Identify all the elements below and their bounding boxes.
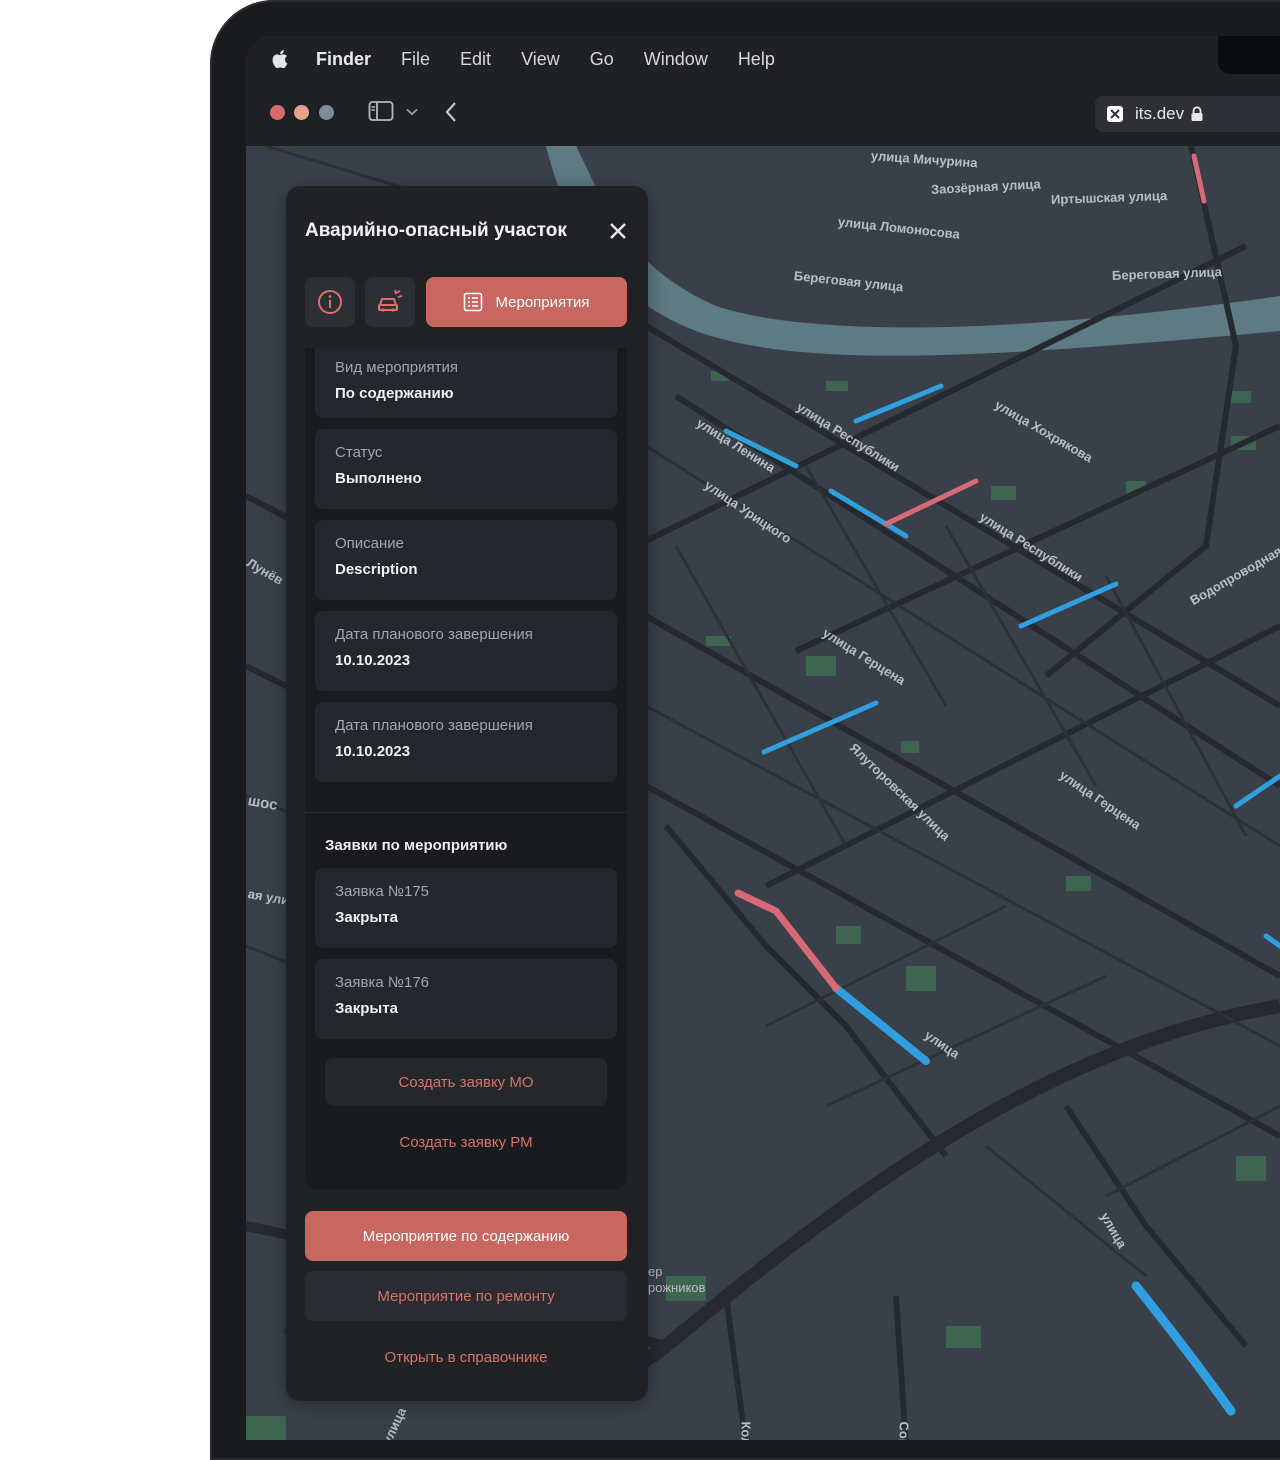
menu-app-name[interactable]: Finder <box>316 49 371 70</box>
menu-view[interactable]: View <box>521 49 560 70</box>
request-label: Заявка №175 <box>335 883 430 900</box>
menu-file[interactable]: File <box>401 49 430 70</box>
field-label: Дата планового завершения <box>335 626 533 643</box>
info-panel: Аварийно-опасный участок Мероприятия Вид… <box>286 186 648 1401</box>
request-card[interactable]: Заявка №176 Закрыта <box>315 959 617 1039</box>
menu-window[interactable]: Window <box>644 49 708 70</box>
tab-activities[interactable]: Мероприятия <box>426 277 627 327</box>
zoom-window-button[interactable] <box>319 105 334 120</box>
create-mo-request-button[interactable]: Создать заявку МО <box>325 1058 607 1106</box>
field-planned-date: Дата планового завершения 10.10.2023 <box>315 611 617 691</box>
create-rm-request-button[interactable]: Создать заявку РМ <box>325 1118 607 1166</box>
menu-go[interactable]: Go <box>590 49 614 70</box>
field-label: Вид мероприятия <box>335 359 458 376</box>
street-label: Колх <box>738 1421 754 1441</box>
maintenance-activity-button[interactable]: Мероприятие по содержанию <box>305 1211 627 1261</box>
request-label: Заявка №176 <box>335 974 430 991</box>
field-label: Описание <box>335 535 405 552</box>
open-in-reference-button[interactable]: Открыть в справочнике <box>305 1332 627 1382</box>
menu-edit[interactable]: Edit <box>460 49 491 70</box>
url-text: its.dev <box>1135 104 1185 123</box>
car-crash-icon <box>378 289 403 312</box>
list-icon <box>464 292 483 312</box>
menu-help[interactable]: Help <box>738 49 775 70</box>
minimize-window-button[interactable] <box>294 105 309 120</box>
tab-accidents[interactable] <box>365 277 415 327</box>
close-window-button[interactable] <box>270 105 285 120</box>
activity-details[interactable]: Вид мероприятия По содержанию Статус Вып… <box>305 348 627 1190</box>
field-value: Выполнено <box>335 470 422 487</box>
back-icon[interactable] <box>444 101 458 123</box>
field-status: Статус Выполнено <box>315 429 617 509</box>
browser-toolbar: its.dev <box>246 82 1280 147</box>
sidebar-toggle-icon[interactable] <box>368 100 394 122</box>
field-value: По содержанию <box>335 385 454 402</box>
field-value: 10.10.2023 <box>335 652 411 669</box>
screen: Finder File Edit View Go Window Help its… <box>246 36 1280 1440</box>
requests-title: Заявки по мероприятию <box>325 837 508 854</box>
field-value: 10.10.2023 <box>335 743 411 760</box>
divider <box>305 812 627 813</box>
site-favicon-icon <box>1107 106 1123 122</box>
info-icon <box>318 290 342 314</box>
tab-info[interactable] <box>305 277 355 327</box>
field-label: Статус <box>335 444 383 461</box>
field-label: Дата планового завершения <box>335 717 533 734</box>
request-card[interactable]: Заявка №175 Закрыта <box>315 868 617 948</box>
camera-notch <box>1218 36 1280 74</box>
poi-label: рожников <box>648 1280 706 1295</box>
repair-activity-button[interactable]: Мероприятие по ремонту <box>305 1271 627 1321</box>
menu-bar: Finder File Edit View Go Window Help <box>246 36 1280 82</box>
river <box>546 146 1280 356</box>
lock-icon <box>1191 106 1203 121</box>
address-bar[interactable]: its.dev <box>1095 96 1280 132</box>
panel-title: Аварийно-опасный участок <box>305 220 567 241</box>
chevron-down-icon[interactable] <box>406 108 418 116</box>
close-icon[interactable] <box>604 217 632 245</box>
apple-icon[interactable] <box>270 48 292 70</box>
tab-activities-label: Мероприятия <box>495 293 590 311</box>
request-status: Закрыта <box>335 909 398 926</box>
street-label: Сок <box>896 1421 912 1441</box>
field-description: Описание Description <box>315 520 617 600</box>
request-status: Закрыта <box>335 1000 398 1017</box>
field-planned-date: Дата планового завершения 10.10.2023 <box>315 702 617 782</box>
field-activity-type: Вид мероприятия По содержанию <box>315 348 617 418</box>
poi-label: ер <box>648 1264 663 1279</box>
field-value: Description <box>335 561 418 578</box>
